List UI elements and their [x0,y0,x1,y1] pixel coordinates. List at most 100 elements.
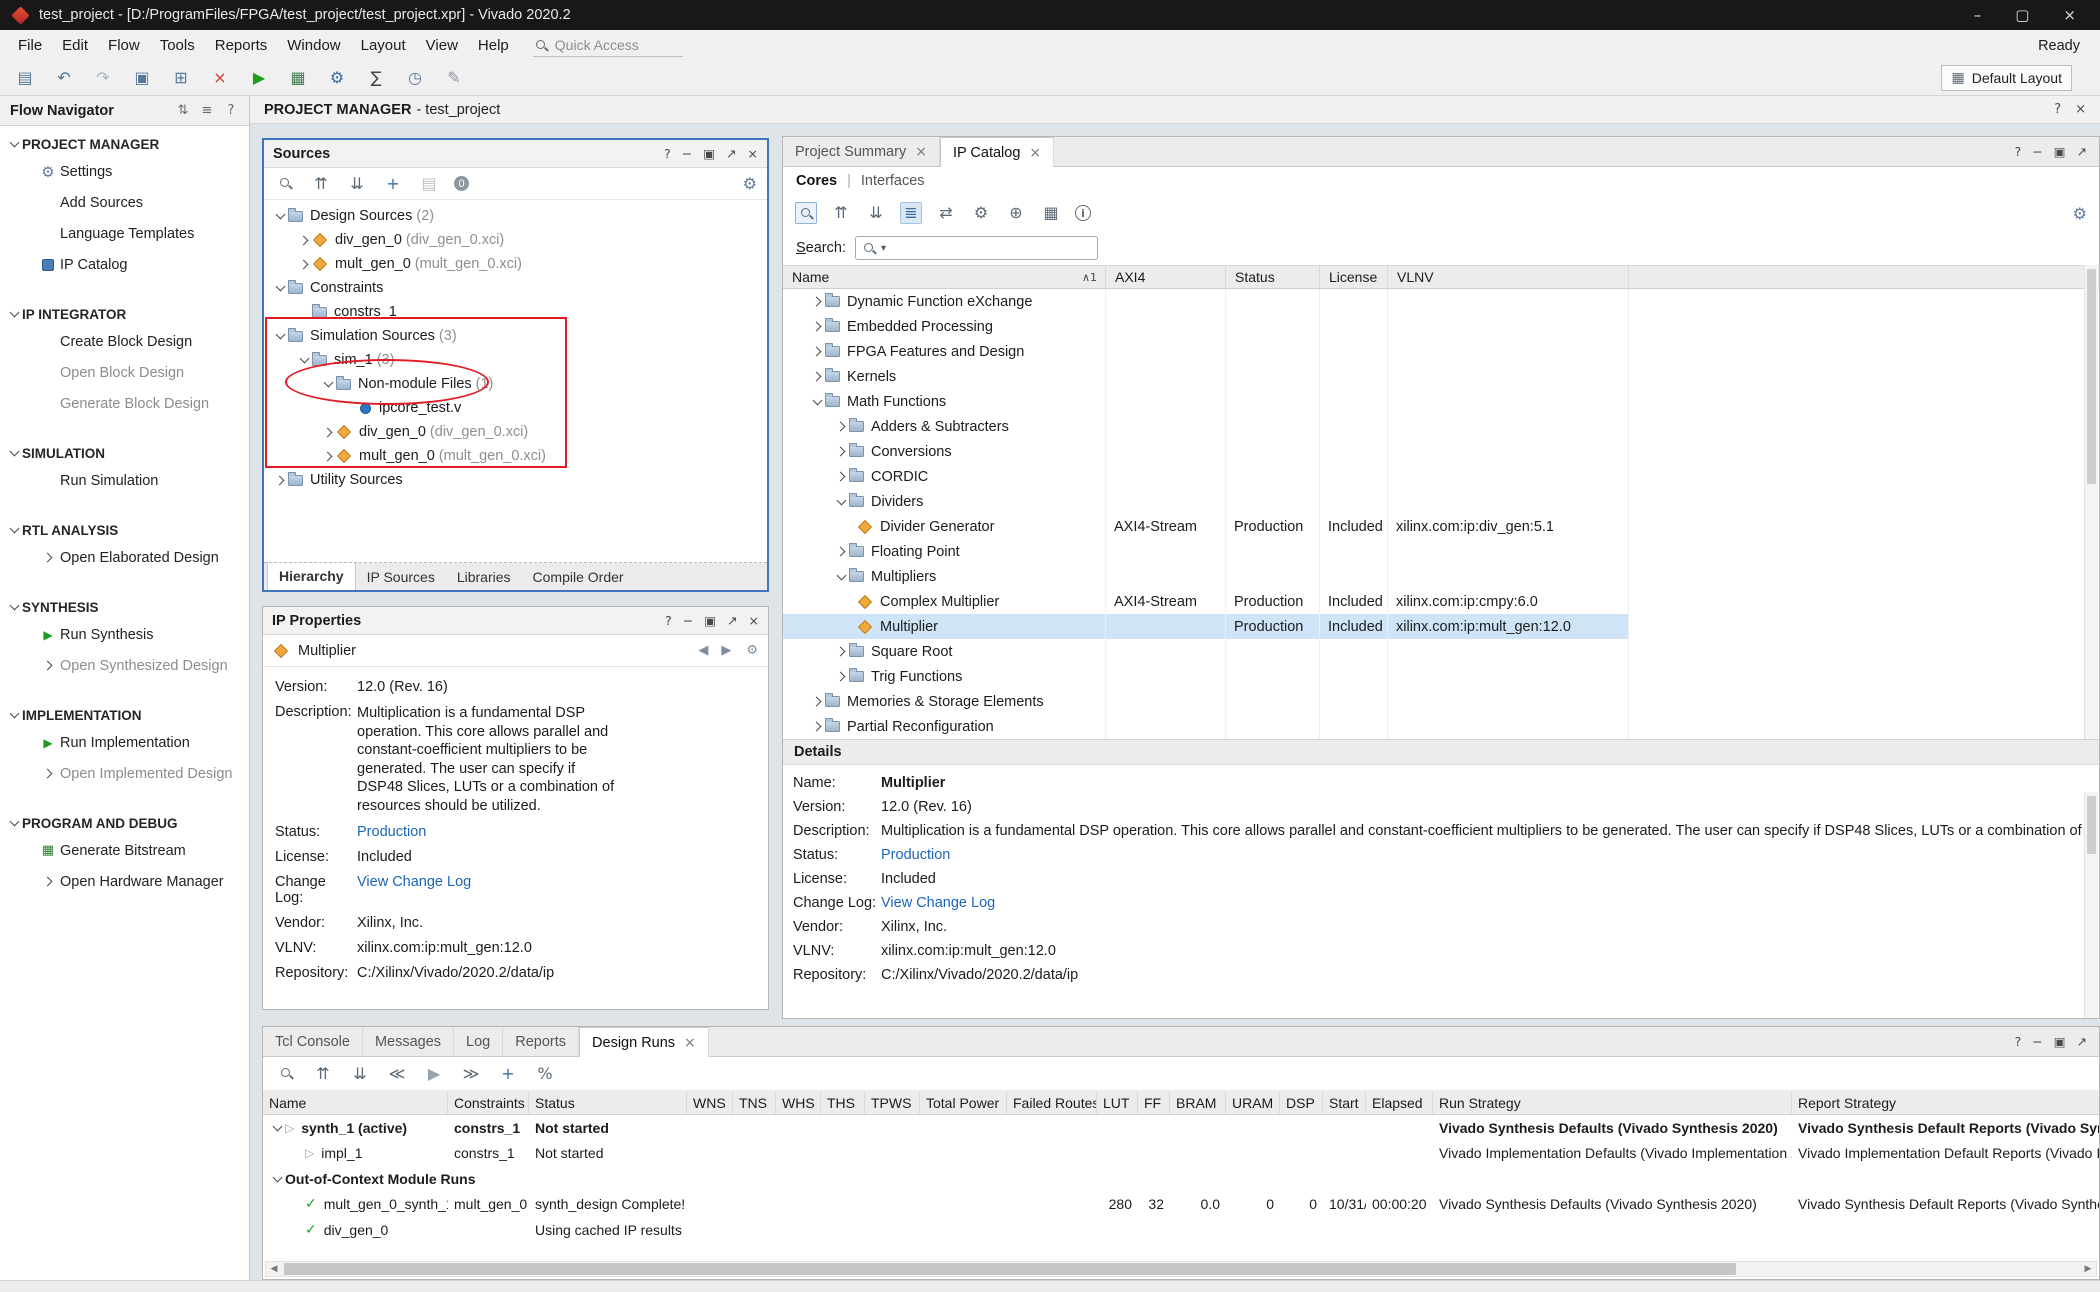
close-icon[interactable]: × [2075,102,2086,117]
catalog-row-multiplier[interactable]: MultiplierProductionIncludedxilinx.com:i… [783,614,1629,639]
catalog-row-memories-storage-elements[interactable]: Memories & Storage Elements [783,689,1629,714]
menu-window[interactable]: Window [277,30,350,61]
help-icon[interactable]: ? [664,146,671,161]
catalog-row-math-functions[interactable]: Math Functions [783,389,1629,414]
tab-log[interactable]: Log [454,1027,503,1056]
column-header-status[interactable]: Status [529,1091,687,1114]
report-ip-status-icon[interactable]: ▤ [418,173,440,195]
close-tab-icon[interactable]: × [684,1035,696,1051]
flow-section-header-ip-integrator[interactable]: IP INTEGRATOR [0,302,249,326]
flow-item-open-implemented-design[interactable]: Open Implemented Design [0,758,249,789]
column-header-elapsed[interactable]: Elapsed [1366,1091,1433,1114]
expander-down-icon[interactable] [6,142,22,146]
tab-project-summary[interactable]: Project Summary× [783,137,940,166]
quick-access-search[interactable]: Quick Access [533,35,683,57]
flow-section-header-implementation[interactable]: IMPLEMENTATION [0,703,249,727]
column-header-tpws[interactable]: TPWS [865,1091,920,1114]
scrollbar-thumb[interactable] [284,1263,1736,1275]
tab-reports[interactable]: Reports [503,1027,579,1056]
maximize-icon[interactable]: ↗ [726,146,736,161]
source-design-sources[interactable]: Design Sources(2) [264,204,767,228]
maximize-window-button[interactable]: ▢ [2015,6,2029,24]
column-header-lut[interactable]: LUT [1097,1091,1138,1114]
add-repository-icon[interactable]: ⊕ [1005,202,1027,224]
collapse-all-icon[interactable]: ⇈ [830,202,852,224]
expander-down-icon[interactable] [6,821,22,825]
help-icon[interactable]: ? [223,103,239,119]
percent-icon[interactable]: % [534,1063,556,1085]
menu-tools[interactable]: Tools [150,30,205,61]
flow-item-run-simulation[interactable]: Run Simulation [0,465,249,496]
run-row-impl-1[interactable]: ▷impl_1constrs_1Not startedVivado Implem… [263,1141,2099,1167]
edit-icon[interactable]: ✎ [443,67,465,89]
column-header-whs[interactable]: WHS [776,1091,821,1114]
help-icon[interactable]: ? [665,613,672,628]
column-header-status[interactable]: Status [1226,266,1320,288]
minimize-icon[interactable]: − [683,613,693,628]
flow-item-generate-bitstream[interactable]: ▦Generate Bitstream [0,835,249,866]
menu-file[interactable]: File [8,30,52,61]
expander-down-icon[interactable] [809,400,825,404]
subtab-cores[interactable]: Cores [796,173,837,189]
tab-messages[interactable]: Messages [363,1027,454,1056]
expander-right-icon[interactable] [296,237,312,244]
menu-edit[interactable]: Edit [52,30,98,61]
settings-gear-icon[interactable]: ⚙ [2073,204,2087,223]
flow-item-open-synthesized-design[interactable]: Open Synthesized Design [0,650,249,681]
catalog-row-embedded-processing[interactable]: Embedded Processing [783,314,1629,339]
tab-hierarchy[interactable]: Hierarchy [267,562,356,590]
maximize-icon[interactable]: ↗ [2077,1034,2087,1049]
report-icon[interactable]: ▦ [287,67,309,89]
expander-down-icon[interactable] [6,528,22,532]
minimize-icon[interactable]: − [2032,1034,2042,1049]
catalog-row-dynamic-function-exchange[interactable]: Dynamic Function eXchange [783,289,1629,314]
expander-right-icon[interactable] [320,453,336,460]
package-ip-icon[interactable]: ▦ [1040,202,1062,224]
catalog-row-kernels[interactable]: Kernels [783,364,1629,389]
settings-gear-icon[interactable]: ⚙ [746,643,758,658]
column-header-ff[interactable]: FF [1138,1091,1170,1114]
run-row-div-gen-0[interactable]: ✓div_gen_0Using cached IP results [263,1217,2099,1243]
flow-section-header-program-and-debug[interactable]: PROGRAM AND DEBUG [0,811,249,835]
expander-down-icon[interactable] [6,605,22,609]
run-row-mult-gen-0-synth-1[interactable]: ✓mult_gen_0_synth_1mult_gen_0synth_desig… [263,1192,2099,1218]
expander-down-icon[interactable] [833,500,849,504]
column-header-axi4[interactable]: AXI4 [1106,266,1226,288]
forward-icon[interactable]: ▶ [721,643,731,658]
source-constraints[interactable]: Constraints [264,276,767,300]
taxonomy-icon[interactable]: ⇄ [935,202,957,224]
flow-section-header-synthesis[interactable]: SYNTHESIS [0,595,249,619]
menu-reports[interactable]: Reports [205,30,278,61]
source-sim-1[interactable]: sim_1(3) [264,348,767,372]
settings-gear-icon[interactable]: ⚙ [743,174,757,193]
catalog-row-conversions[interactable]: Conversions [783,439,1629,464]
flow-item-add-sources[interactable]: Add Sources [0,187,249,218]
scroll-left-icon[interactable]: ◀ [266,1264,282,1274]
property-value[interactable]: Production [357,824,426,840]
expand-all-icon[interactable]: ⇊ [865,202,887,224]
catalog-scrollbar[interactable] [2084,265,2098,739]
source-mult-gen-0[interactable]: mult_gen_0(mult_gen_0.xci) [264,444,767,468]
tab-ip-sources[interactable]: IP Sources [356,563,446,590]
float-icon[interactable]: ▣ [704,613,716,628]
scrollbar-thumb[interactable] [2087,269,2096,484]
help-icon[interactable]: ? [2015,1034,2022,1049]
menu-view[interactable]: View [416,30,468,61]
close-tab-icon[interactable]: × [1029,145,1041,161]
column-header-name[interactable]: Name∧1 [783,266,1106,288]
column-header-tns[interactable]: TNS [733,1091,776,1114]
catalog-row-partial-reconfiguration[interactable]: Partial Reconfiguration [783,714,1629,739]
menu-help[interactable]: Help [468,30,519,61]
details-scrollbar[interactable] [2084,792,2098,1019]
sigma-icon[interactable]: ∑ [365,67,387,89]
copy-icon[interactable]: ⊞ [170,67,192,89]
expander-right-icon[interactable] [833,673,849,680]
expander-right-icon[interactable] [320,429,336,436]
flow-item-open-block-design[interactable]: Open Block Design [0,357,249,388]
expander-down-icon[interactable] [272,214,288,218]
expander-right-icon[interactable] [809,298,825,305]
close-window-button[interactable]: × [2063,6,2076,24]
flow-section-header-simulation[interactable]: SIMULATION [0,441,249,465]
source-simulation-sources[interactable]: Simulation Sources(3) [264,324,767,348]
expander-right-icon[interactable] [833,473,849,480]
